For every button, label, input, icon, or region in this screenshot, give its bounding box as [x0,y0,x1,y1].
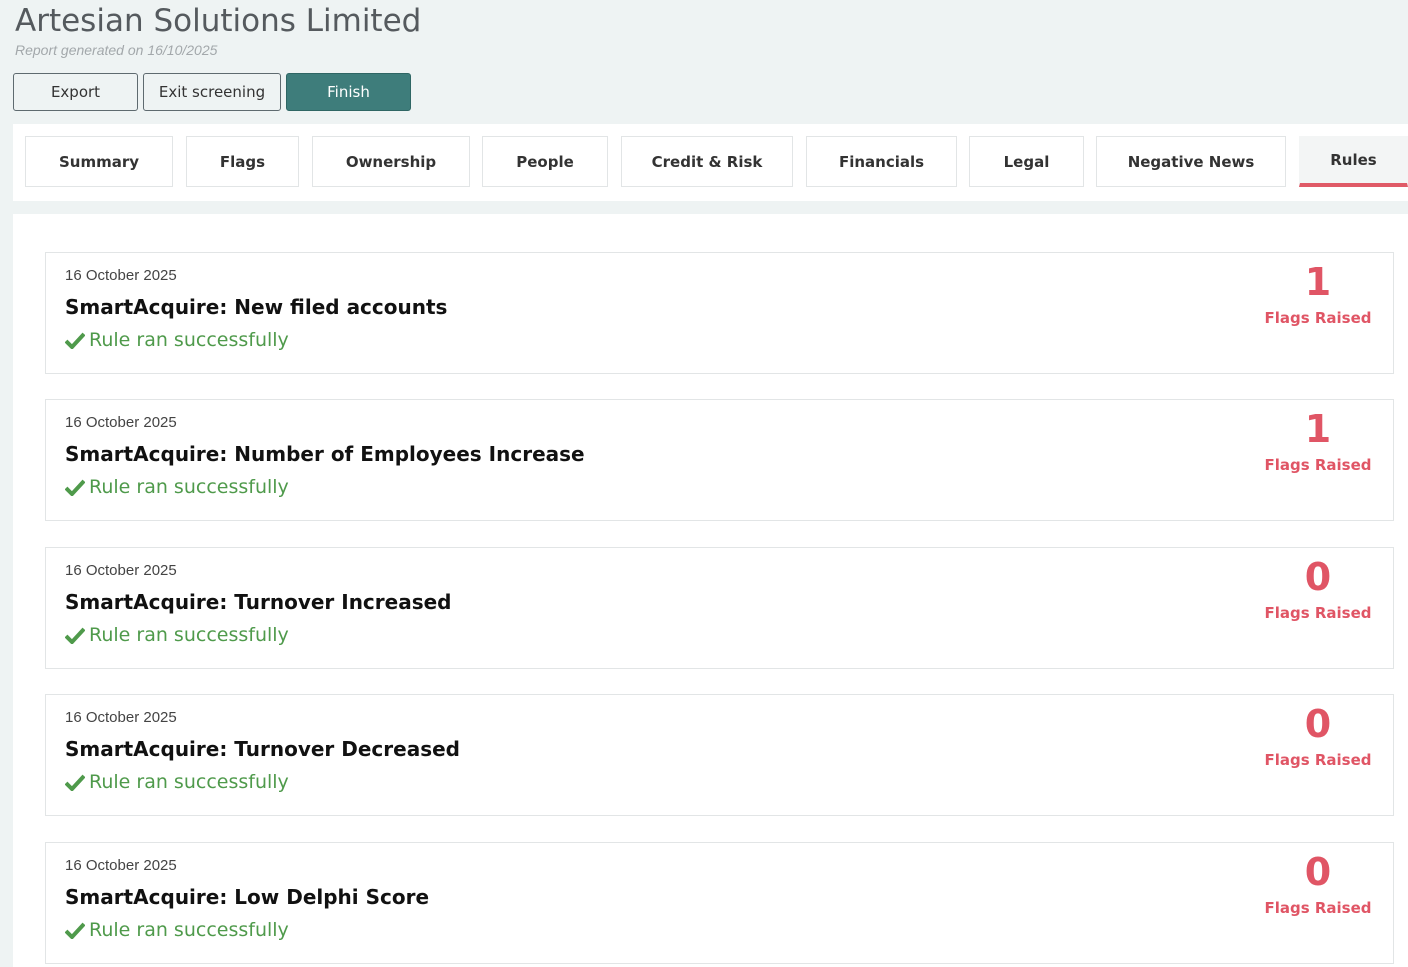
report-generated-date: Report generated on 16/10/2025 [15,42,218,58]
rule-status-text: Rule ran successfully [89,476,289,498]
tab-bar: Summary Flags Ownership People Credit & … [13,124,1408,201]
rule-status: Rule ran successfully [65,624,289,646]
flags-raised: 0 Flags Raised [1243,849,1393,917]
rule-status: Rule ran successfully [65,329,289,351]
rule-name: SmartAcquire: New filed accounts [65,295,448,319]
flag-label: Flags Raised [1264,456,1372,474]
tab-credit-risk[interactable]: Credit & Risk [621,136,793,187]
flag-label: Flags Raised [1264,604,1372,622]
tab-summary[interactable]: Summary [25,136,173,187]
tab-ownership[interactable]: Ownership [312,136,470,187]
check-icon [65,922,85,939]
flags-raised: 0 Flags Raised [1243,701,1393,769]
flags-raised: 1 Flags Raised [1243,406,1393,474]
flag-count: 0 [1304,702,1332,746]
flag-label: Flags Raised [1264,751,1372,769]
exit-screening-button[interactable]: Exit screening [143,73,281,111]
tab-financials[interactable]: Financials [806,136,957,187]
rule-card: 16 October 2025 SmartAcquire: Number of … [45,399,1394,521]
flag-count: 0 [1304,850,1332,894]
export-button[interactable]: Export [13,73,138,111]
rule-status: Rule ran successfully [65,771,289,793]
rule-status: Rule ran successfully [65,476,289,498]
rule-status: Rule ran successfully [65,919,289,941]
flag-label: Flags Raised [1264,899,1372,917]
rule-card: 16 October 2025 SmartAcquire: New filed … [45,252,1394,374]
finish-button[interactable]: Finish [286,73,411,111]
check-icon [65,479,85,496]
report-header: Artesian Solutions Limited Report genera… [0,0,1408,124]
tab-people[interactable]: People [482,136,608,187]
check-icon [65,627,85,644]
page-title: Artesian Solutions Limited [15,3,422,39]
flag-count: 0 [1304,555,1332,599]
flags-raised: 0 Flags Raised [1243,554,1393,622]
check-icon [65,332,85,349]
rule-status-text: Rule ran successfully [89,329,289,351]
rule-card: 16 October 2025 SmartAcquire: Turnover I… [45,547,1394,669]
rule-date: 16 October 2025 [65,267,177,284]
flag-count: 1 [1304,260,1332,304]
rule-status-text: Rule ran successfully [89,771,289,793]
tab-flags[interactable]: Flags [186,136,299,187]
flag-label: Flags Raised [1264,309,1372,327]
rule-status-text: Rule ran successfully [89,624,289,646]
flag-count: 1 [1304,407,1332,451]
rule-date: 16 October 2025 [65,414,177,431]
rule-date: 16 October 2025 [65,709,177,726]
tab-legal[interactable]: Legal [969,136,1084,187]
rule-name: SmartAcquire: Turnover Decreased [65,737,460,761]
rule-name: SmartAcquire: Low Delphi Score [65,885,430,909]
rule-card: 16 October 2025 SmartAcquire: Low Delphi… [45,842,1394,964]
rule-date: 16 October 2025 [65,562,177,579]
rule-card: 16 October 2025 SmartAcquire: Turnover D… [45,694,1394,816]
rule-name: SmartAcquire: Turnover Increased [65,590,452,614]
tab-rules[interactable]: Rules [1299,136,1408,187]
tab-negative-news[interactable]: Negative News [1096,136,1286,187]
rule-status-text: Rule ran successfully [89,919,289,941]
rule-name: SmartAcquire: Number of Employees Increa… [65,442,585,466]
rules-panel: 16 October 2025 SmartAcquire: New filed … [13,214,1408,967]
flags-raised: 1 Flags Raised [1243,259,1393,327]
rule-date: 16 October 2025 [65,857,177,874]
check-icon [65,774,85,791]
